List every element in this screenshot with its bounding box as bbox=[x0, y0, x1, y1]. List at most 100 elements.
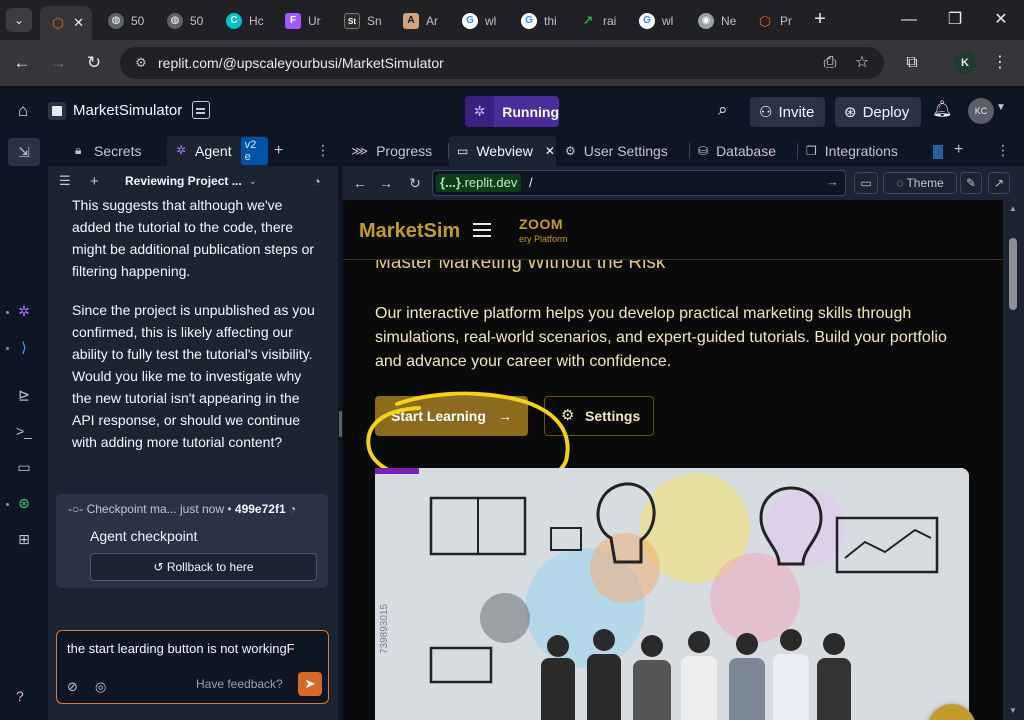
commit-icon: -○- bbox=[68, 502, 84, 516]
tab-secrets[interactable]: 🔒︎ Secrets bbox=[66, 136, 166, 166]
maximize-button[interactable]: ❐ bbox=[932, 6, 978, 34]
search-icon[interactable]: ⌕ bbox=[718, 100, 728, 120]
feedback-link[interactable]: Have feedback? bbox=[196, 677, 283, 691]
browser-tab[interactable]: Gwl bbox=[629, 6, 687, 36]
lock-icon: 🔒︎ bbox=[75, 143, 82, 157]
scrollbar-thumb[interactable] bbox=[1009, 238, 1017, 310]
chevron-down-icon[interactable]: ▼ bbox=[996, 102, 1006, 113]
scroll-up-arrow-icon[interactable]: ▲ bbox=[1009, 204, 1017, 213]
tab-user-settings[interactable]: ⚙ User Settings bbox=[557, 136, 687, 166]
webview-path[interactable]: / bbox=[529, 175, 533, 190]
extensions-icon[interactable]: ⧉ bbox=[900, 47, 924, 79]
console-rail-icon[interactable]: ▭ bbox=[12, 455, 36, 479]
webview-forward-icon[interactable]: → bbox=[377, 174, 395, 192]
usage-gauge-icon[interactable]: ◔ bbox=[313, 174, 321, 189]
webview-back-icon[interactable]: ← bbox=[351, 174, 369, 192]
browser-tab-active[interactable]: ⬡ ✕ bbox=[40, 6, 92, 40]
webview-url-field[interactable]: {...}.replit.dev / → bbox=[432, 170, 846, 196]
google-logo-icon: G bbox=[639, 13, 655, 29]
install-app-icon[interactable]: ⎙ bbox=[818, 47, 842, 79]
add-tab-button[interactable]: + bbox=[274, 142, 283, 160]
back-button[interactable]: ← bbox=[9, 50, 35, 76]
user-avatar[interactable]: KC bbox=[968, 98, 994, 124]
browser-tab[interactable]: ◉ Ne bbox=[688, 6, 746, 36]
new-chat-icon[interactable]: + bbox=[90, 173, 99, 190]
browser-tab[interactable]: F Ur bbox=[275, 6, 333, 36]
shell-rail-icon[interactable]: >_ bbox=[12, 419, 36, 443]
tab-database[interactable]: ⛁ Database bbox=[690, 136, 794, 166]
browser-tab[interactable]: C Hc bbox=[216, 6, 274, 36]
address-url[interactable]: replit.com/@upscaleyourbusi/MarketSimula… bbox=[158, 55, 444, 71]
browser-tab[interactable]: A Ar bbox=[393, 6, 451, 36]
files-panel-icon[interactable]: ⇲ bbox=[8, 138, 40, 166]
site-brand-logo[interactable]: MarketSim bbox=[359, 220, 460, 243]
notifications-bell-icon[interactable]: 🔔︎ bbox=[932, 99, 952, 119]
tab-agent[interactable]: ✲ Agent v2 e bbox=[167, 136, 268, 166]
tab-title: Sn bbox=[367, 14, 382, 28]
browser-tab[interactable]: Gwl bbox=[452, 6, 510, 36]
preview-rail-icon[interactable]: ⊵ bbox=[12, 383, 36, 407]
project-info-icon[interactable] bbox=[192, 101, 210, 119]
run-status-button[interactable]: ✲ Running bbox=[465, 96, 559, 127]
close-tab-icon[interactable]: ✕ bbox=[545, 144, 555, 158]
history-menu-icon[interactable]: ☰ bbox=[59, 173, 71, 189]
browser-tab[interactable]: ⬡ Pr bbox=[747, 6, 805, 36]
webview-icon: ▭ bbox=[457, 144, 469, 158]
scroll-down-arrow-icon[interactable]: ▼ bbox=[1009, 706, 1017, 715]
site-info-icon[interactable]: ⚙ bbox=[130, 52, 152, 74]
webview-scrollbar[interactable]: ▲ ▼ bbox=[1003, 200, 1024, 720]
browser-tab[interactable]: ◍ 50 bbox=[157, 6, 215, 36]
thread-title[interactable]: Reviewing Project ... bbox=[125, 174, 242, 188]
help-icon[interactable]: ? bbox=[16, 688, 24, 704]
agent-rail-icon[interactable]: ✲ bbox=[12, 299, 36, 323]
rollback-button[interactable]: ↺ Rollback to here bbox=[90, 553, 317, 581]
browser-tab[interactable]: Gthi bbox=[511, 6, 569, 36]
browser-tab[interactable]: St Sn bbox=[334, 6, 392, 36]
target-icon[interactable]: ◎ bbox=[95, 679, 106, 695]
new-tab-button[interactable]: + bbox=[808, 8, 832, 32]
browser-tab[interactable]: ◍ 50 bbox=[98, 6, 156, 36]
forward-button[interactable]: → bbox=[45, 50, 71, 76]
webview-reload-icon[interactable]: ↻ bbox=[406, 174, 424, 192]
browser-menu-icon[interactable]: ⋮ bbox=[988, 47, 1012, 79]
devtools-wrench-icon[interactable]: ✎ bbox=[960, 172, 982, 194]
browser-tab[interactable]: ↗ rai bbox=[570, 6, 628, 36]
google-logo-icon: G bbox=[462, 13, 478, 29]
more-options-icon[interactable]: ⋮ bbox=[996, 142, 1010, 159]
tab-integrations[interactable]: ❐ Integrations bbox=[798, 136, 923, 166]
tab-webview[interactable]: ▭ Webview ✕ bbox=[449, 136, 556, 166]
send-button[interactable]: ➤ bbox=[298, 672, 322, 696]
chevron-down-icon[interactable]: ⌄ bbox=[249, 176, 257, 187]
chat-input-text[interactable]: the start learding button is not working… bbox=[67, 641, 295, 656]
more-options-icon[interactable]: ⋮ bbox=[316, 142, 330, 159]
reload-button[interactable]: ↻ bbox=[81, 50, 107, 76]
close-tab-icon[interactable]: ✕ bbox=[73, 15, 84, 31]
tab-progress[interactable]: ⋙ Progress bbox=[343, 136, 446, 166]
agent-message: This suggests that although we've added … bbox=[72, 194, 322, 470]
home-icon[interactable]: ⌂ bbox=[12, 100, 34, 122]
dev-domain-chip[interactable]: {...}.replit.dev bbox=[436, 174, 522, 192]
minimize-button[interactable]: — bbox=[886, 6, 932, 34]
all-tools-rail-icon[interactable]: ⊞ bbox=[12, 527, 36, 551]
project-icon[interactable] bbox=[48, 102, 66, 120]
overflow-tab-icon[interactable] bbox=[933, 145, 943, 159]
add-tab-button[interactable]: + bbox=[954, 141, 963, 159]
open-new-tab-icon[interactable]: ↗ bbox=[988, 172, 1010, 194]
invite-button[interactable]: ⚇ Invite bbox=[750, 97, 825, 127]
deploy-button[interactable]: ⊛ Deploy bbox=[835, 97, 921, 127]
deployments-rail-icon[interactable]: ⊛ bbox=[12, 491, 36, 515]
bookmark-star-icon[interactable]: ☆ bbox=[850, 47, 874, 79]
close-window-button[interactable]: ✕ bbox=[978, 6, 1024, 34]
address-bar[interactable]: ⚙ replit.com/@upscaleyourbusi/MarketSimu… bbox=[120, 47, 884, 79]
paperclip-icon[interactable]: ⊘ bbox=[67, 679, 78, 695]
assistant-rail-icon[interactable]: ⟩ bbox=[12, 335, 36, 359]
profile-avatar[interactable]: K bbox=[954, 52, 976, 74]
device-preview-icon[interactable]: ▭ bbox=[854, 172, 878, 194]
theme-button[interactable]: ◌ Theme bbox=[883, 172, 957, 194]
deploy-label: Deploy bbox=[862, 103, 910, 121]
tab-search-button[interactable]: ⌄ bbox=[6, 8, 32, 32]
agent-chat-input[interactable]: the start learding button is not working… bbox=[56, 630, 329, 704]
project-name[interactable]: MarketSimulator bbox=[73, 102, 182, 119]
go-arrow-icon[interactable]: → bbox=[826, 174, 839, 189]
hamburger-menu-icon[interactable] bbox=[473, 223, 491, 237]
